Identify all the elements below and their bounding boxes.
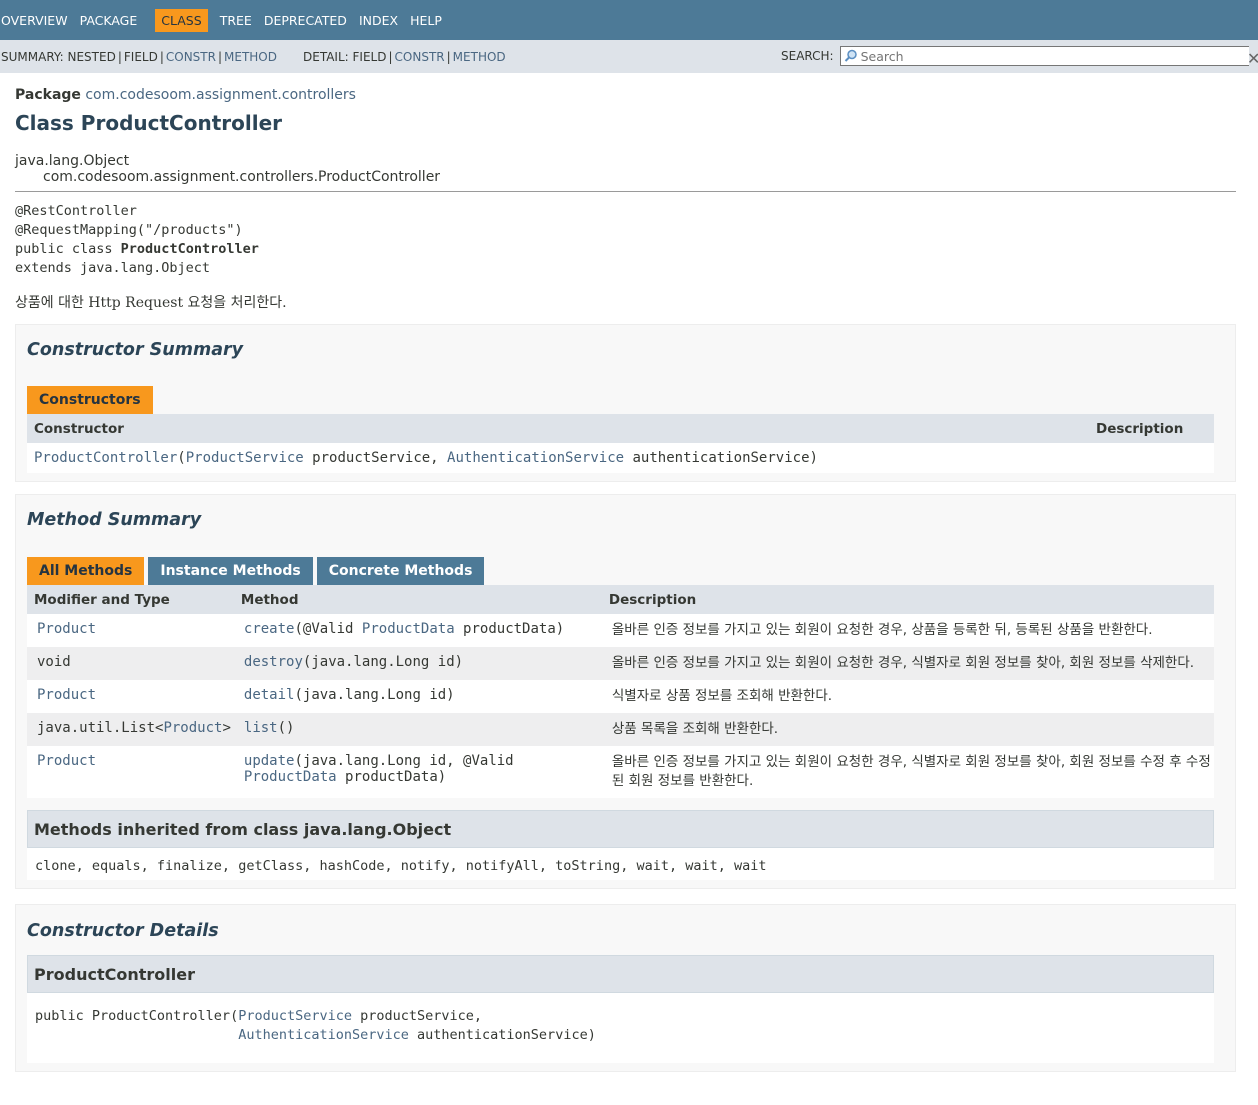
constructor-details-section: Constructor Details ProductController pu… <box>15 904 1236 1072</box>
return-type-link[interactable]: Product <box>37 621 96 637</box>
table-row: ProductController(ProductService product… <box>27 443 1214 473</box>
nav-tree[interactable]: TREE <box>220 10 258 31</box>
detail-label: DETAIL: <box>303 49 349 64</box>
nav-overview[interactable]: OVERVIEW <box>1 10 74 31</box>
top-navbar: OVERVIEW PACKAGE CLASS TREE DEPRECATED I… <box>0 0 1258 40</box>
method-update-link[interactable]: update <box>244 753 295 769</box>
tab-all-methods[interactable]: All Methods <box>27 557 145 585</box>
inherit-root: java.lang.Object <box>15 153 130 169</box>
constructor-detail-body: public ProductController(ProductService … <box>27 993 1214 1063</box>
method-create-link[interactable]: create <box>244 621 295 637</box>
constructor-detail-signature: public ProductController(ProductService … <box>35 1008 596 1043</box>
return-type: void <box>37 654 71 670</box>
productdata-link[interactable]: ProductData <box>244 769 337 785</box>
annotation-restcontroller: @RestController <box>15 203 137 219</box>
detail-method-link[interactable]: METHOD <box>453 50 506 64</box>
summary-method-link[interactable]: METHOD <box>224 50 277 64</box>
col-method-description: Description <box>601 585 1214 614</box>
method-destroy-link[interactable]: destroy <box>244 654 303 670</box>
col-constructor: Constructor <box>27 414 1089 443</box>
nav-index[interactable]: INDEX <box>359 10 404 31</box>
search-icon <box>844 49 857 62</box>
return-type-link[interactable]: Product <box>37 687 96 703</box>
method-summary-heading: Method Summary <box>27 510 202 530</box>
tab-constructors: Constructors <box>27 386 153 414</box>
return-type-link[interactable]: Product <box>163 720 222 736</box>
method-description: 올바른 인증 정보를 가지고 있는 회원이 요청한 경우, 식별자로 회원 정보… <box>601 647 1214 680</box>
divider <box>15 191 1236 192</box>
authenticationservice-link[interactable]: AuthenticationService <box>238 1027 409 1043</box>
nav-class: CLASS <box>155 8 208 32</box>
authenticationservice-link[interactable]: AuthenticationService <box>447 450 624 466</box>
detail-field: FIELD <box>352 49 387 64</box>
method-list-link[interactable]: list <box>244 720 278 736</box>
table-row: void destroy(java.lang.Long id) 올바른 인증 정… <box>27 647 1214 680</box>
sub-navbar: SUMMARY: NESTED | FIELD | CONSTR | METHOD DETA… <box>0 40 1258 73</box>
constructor-detail-name: ProductController <box>27 955 1214 993</box>
annotation-requestmapping: @RequestMapping("/products") <box>15 222 243 238</box>
summary-constr-link[interactable]: CONSTR <box>166 50 216 64</box>
inheritance-tree: java.lang.Object com.codesoom.assignment… <box>15 153 1236 185</box>
search-area: SEARCH: <box>781 46 1249 66</box>
nav-deprecated[interactable]: DEPRECATED <box>264 10 353 31</box>
inherited-methods-list: clone, equals, finalize, getClass, hashC… <box>27 848 1214 880</box>
package-label: Package <box>15 87 81 103</box>
summary-label: SUMMARY: <box>1 49 64 64</box>
search-box <box>839 46 1249 66</box>
inherit-child: com.codesoom.assignment.controllers.Prod… <box>43 169 441 185</box>
col-modifier-type: Modifier and Type <box>27 585 234 614</box>
productservice-link[interactable]: ProductService <box>238 1008 352 1024</box>
class-decl-prefix: public class <box>15 241 121 257</box>
productdata-link[interactable]: ProductData <box>362 621 455 637</box>
method-description: 상품 목록을 조회해 반환한다. <box>601 713 1214 746</box>
method-description: 올바른 인증 정보를 가지고 있는 회원이 요청한 경우, 식별자로 회원 정보… <box>601 746 1214 798</box>
package-link[interactable]: com.codesoom.assignment.controllers <box>85 87 356 103</box>
main-content: Package com.codesoom.assignment.controll… <box>0 87 1258 1072</box>
table-row: Product update(java.lang.Long id, @Valid… <box>27 746 1214 798</box>
method-summary-table: Modifier and Type Method Description Pro… <box>27 585 1214 798</box>
page-title: Class ProductController <box>15 111 282 135</box>
method-summary-section: Method Summary All Methods Instance Meth… <box>15 494 1236 889</box>
summary-nested: NESTED <box>67 49 116 64</box>
method-description: 식별자로 상품 정보를 조회해 반환한다. <box>601 680 1214 713</box>
tab-instance-methods[interactable]: Instance Methods <box>148 557 313 585</box>
return-type-link[interactable]: Product <box>37 753 96 769</box>
constructor-link[interactable]: ProductController <box>34 450 177 466</box>
search-label: SEARCH: <box>781 49 834 63</box>
col-description: Description <box>1089 414 1214 443</box>
search-input[interactable] <box>840 47 1243 65</box>
detail-links: DETAIL: FIELD | CONSTR | METHOD <box>303 49 506 64</box>
constructor-summary-table: Constructor Description ProductControlle… <box>27 414 1214 473</box>
table-row: Product create(@Valid ProductData produc… <box>27 614 1214 647</box>
col-method: Method <box>233 585 602 614</box>
nav-help[interactable]: HELP <box>410 10 448 31</box>
method-detail-link[interactable]: detail <box>244 687 295 703</box>
constructor-details-heading: Constructor Details <box>27 921 219 941</box>
summary-links: SUMMARY: NESTED | FIELD | CONSTR | METHOD <box>1 49 277 64</box>
constructor-summary-section: Constructor Summary Constructors Constru… <box>15 324 1236 482</box>
class-signature: @RestController @RequestMapping("/produc… <box>15 202 1236 278</box>
summary-field: FIELD <box>123 49 158 64</box>
detail-constr-link[interactable]: CONSTR <box>395 50 445 64</box>
class-description: 상품에 대한 Http Request 요청을 처리한다. <box>15 295 287 311</box>
productservice-link[interactable]: ProductService <box>186 450 304 466</box>
nav-package[interactable]: PACKAGE <box>80 10 144 31</box>
inherited-methods-heading: Methods inherited from class java.lang.O… <box>27 810 1214 848</box>
constructor-summary-heading: Constructor Summary <box>27 340 244 360</box>
class-extends: extends java.lang.Object <box>15 260 211 276</box>
reset-search-icon[interactable]: ✕ <box>1247 49 1258 68</box>
class-decl-name: ProductController <box>120 241 259 257</box>
tab-concrete-methods[interactable]: Concrete Methods <box>316 557 485 585</box>
method-description: 올바른 인증 정보를 가지고 있는 회원이 요청한 경우, 상품을 등록한 뒤,… <box>601 614 1214 647</box>
table-row: Product detail(java.lang.Long id) 식별자로 상… <box>27 680 1214 713</box>
package-line: Package com.codesoom.assignment.controll… <box>15 87 1236 103</box>
table-row: java.util.List<Product> list() 상품 목록을 조회… <box>27 713 1214 746</box>
